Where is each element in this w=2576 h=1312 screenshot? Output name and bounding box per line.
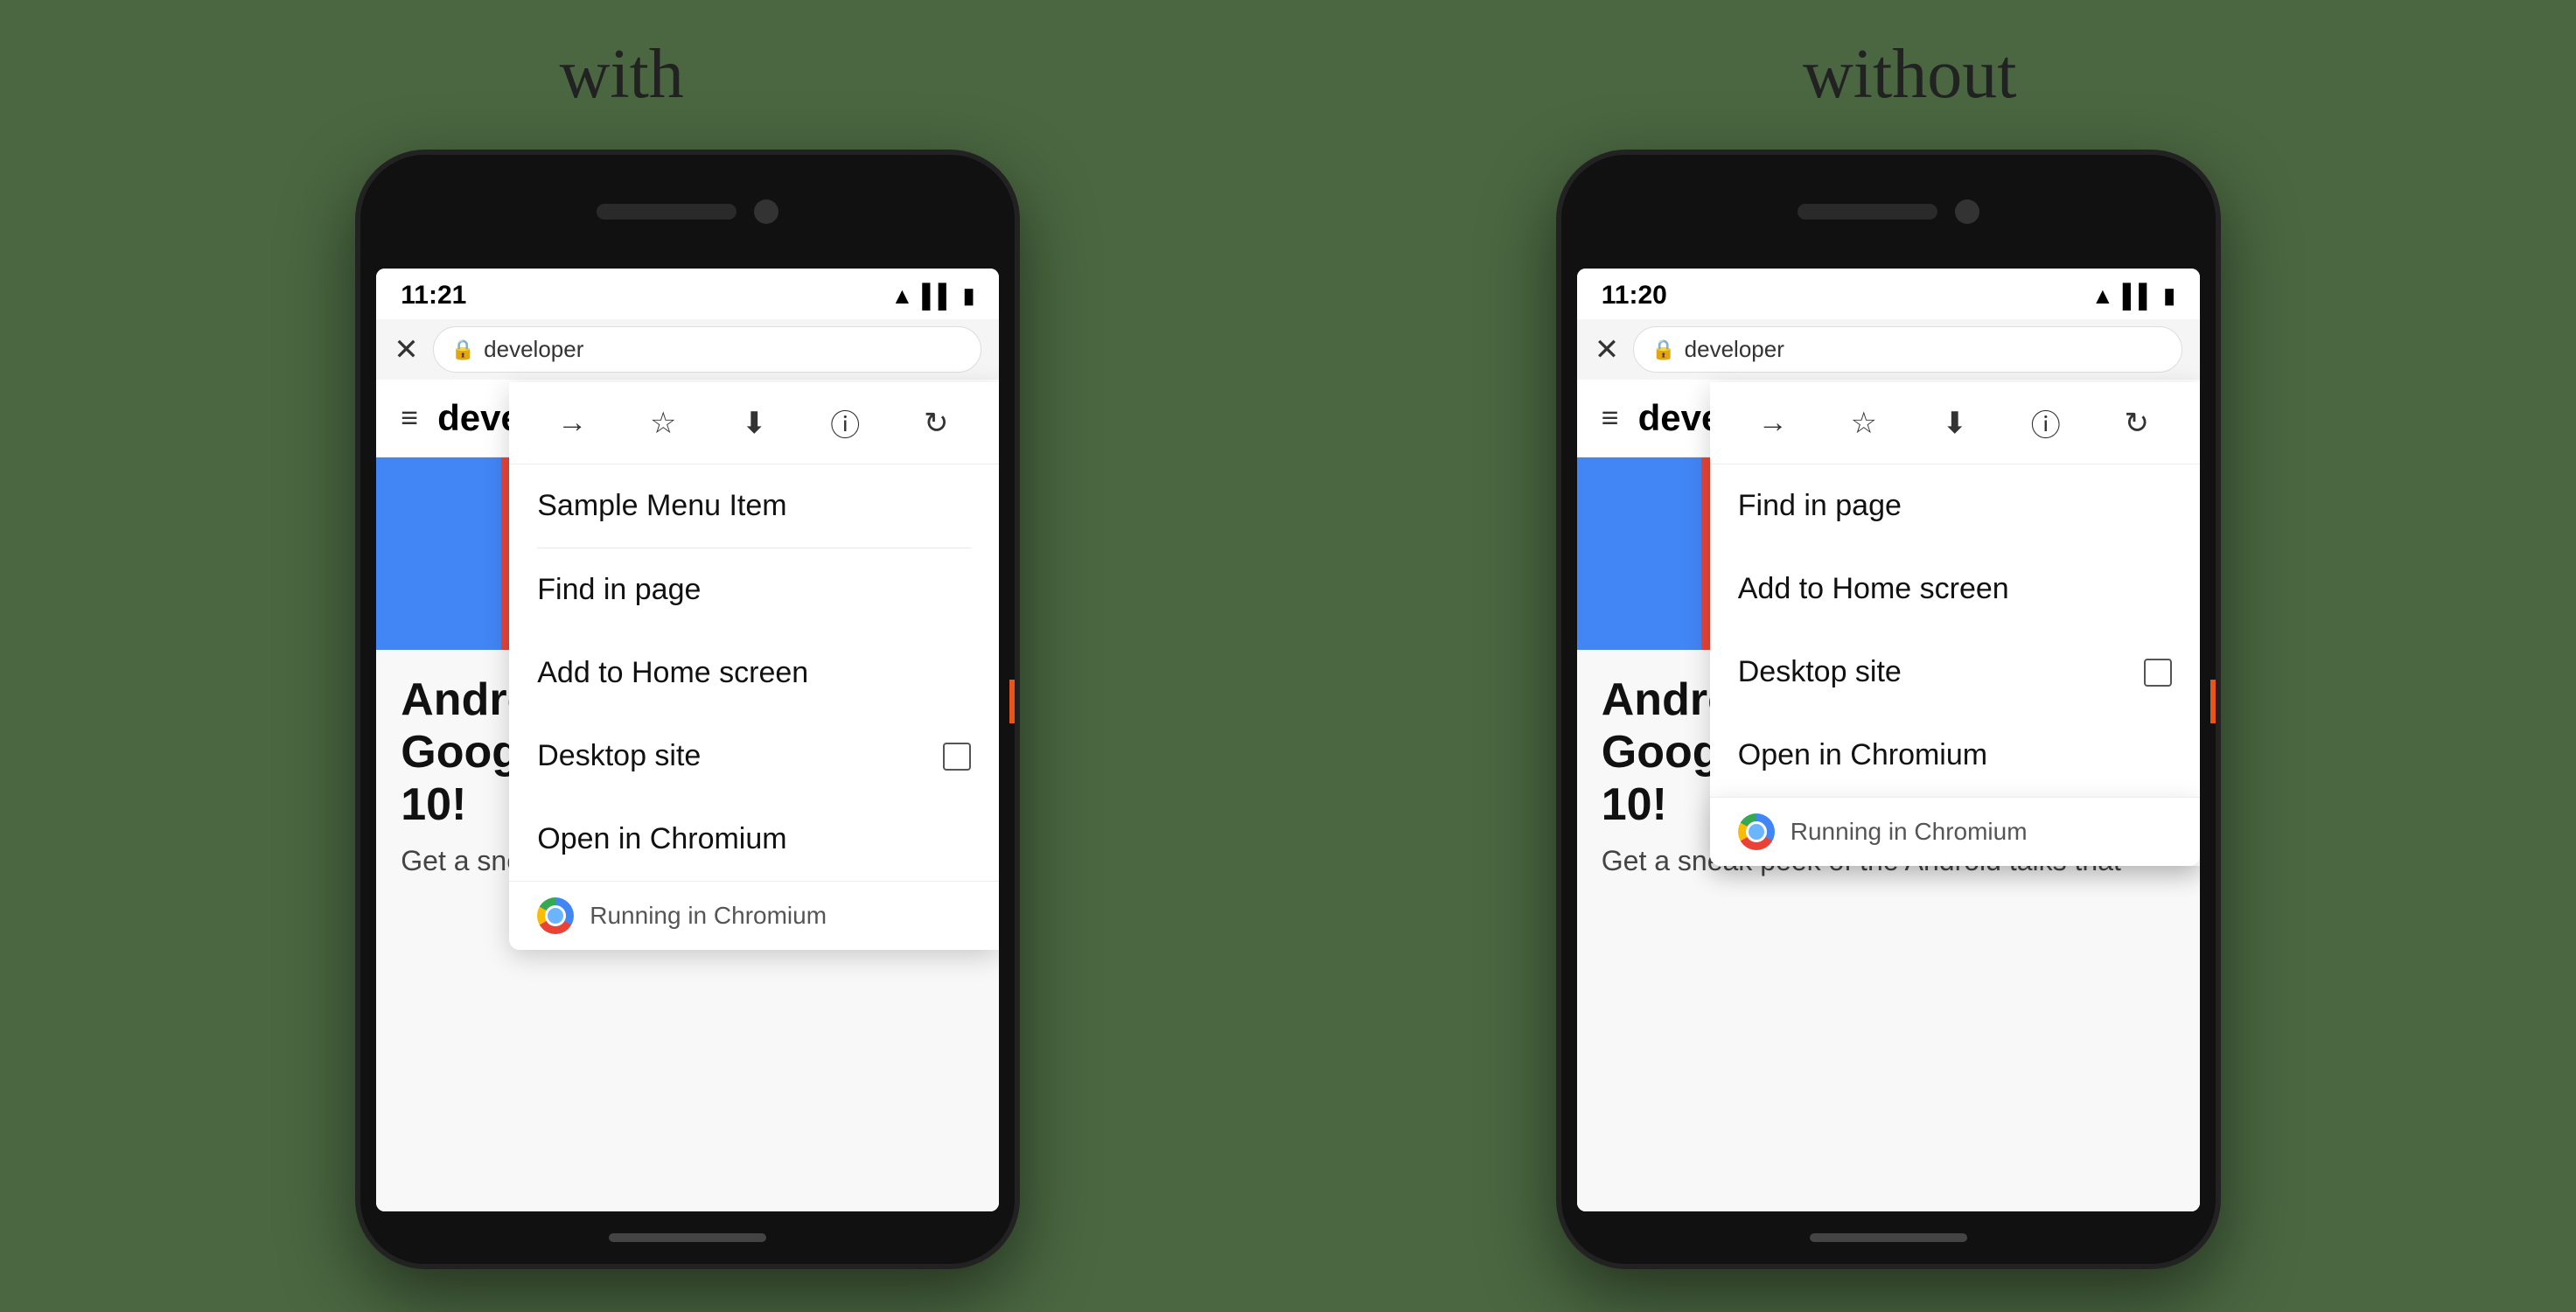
desktop-site-item[interactable]: Desktop site xyxy=(509,715,999,798)
find-in-page-item[interactable]: Find in page xyxy=(509,548,999,632)
volume-up-button-right[interactable] xyxy=(1556,373,1561,443)
home-indicator-right xyxy=(1810,1233,1967,1242)
dropdown-menu-right: → ☆ ⬇ ⓘ ↻ Find in page Add to Home scree… xyxy=(1710,382,2200,866)
star-icon[interactable]: ☆ xyxy=(637,406,689,441)
info-icon[interactable]: ⓘ xyxy=(819,401,871,444)
add-to-home-item[interactable]: Add to Home screen xyxy=(509,632,999,715)
url-text: developer xyxy=(484,336,583,363)
running-in-chromium-text: Running in Chromium xyxy=(590,902,827,930)
phone-screen: 11:21 ▲ ▌▌ ▮ ✕ 🔒 developer xyxy=(376,269,999,1211)
power-button[interactable] xyxy=(1015,487,1020,592)
forward-icon[interactable]: → xyxy=(546,406,598,440)
blue-strip xyxy=(376,457,500,650)
volume-down-button-right[interactable] xyxy=(1556,470,1561,540)
desktop-site-item-right[interactable]: Desktop site xyxy=(1710,631,2200,714)
wifi-icon-right: ▲ xyxy=(2091,283,2114,310)
camera xyxy=(754,199,778,224)
close-tab-icon[interactable]: ✕ xyxy=(394,332,419,367)
volume-up-button[interactable] xyxy=(355,373,360,443)
with-label: with xyxy=(560,35,684,115)
url-bar[interactable]: 🔒 developer xyxy=(433,326,982,373)
accent-strip xyxy=(1009,680,1020,723)
blue-strip-right xyxy=(1577,457,1701,650)
speaker-right xyxy=(1798,204,1937,220)
phone-bottom-bar xyxy=(360,1211,1015,1264)
close-tab-icon-right[interactable]: ✕ xyxy=(1595,332,1620,367)
download-icon-right[interactable]: ⬇ xyxy=(1929,406,1981,441)
status-bar: 11:21 ▲ ▌▌ ▮ xyxy=(376,269,999,319)
browser-tab-bar: ✕ 🔒 developer xyxy=(376,319,999,380)
info-icon-right[interactable]: ⓘ xyxy=(2020,401,2072,444)
hamburger-icon-right[interactable]: ≡ xyxy=(1602,401,1619,436)
url-bar-right[interactable]: 🔒 developer xyxy=(1633,326,2182,373)
dropdown-toolbar-right: → ☆ ⬇ ⓘ ↻ xyxy=(1710,382,2200,464)
signal-icon: ▌▌ xyxy=(922,283,954,310)
refresh-icon-right[interactable]: ↻ xyxy=(2111,406,2163,441)
battery-icon-right: ▮ xyxy=(2164,283,2175,309)
wifi-icon: ▲ xyxy=(890,283,913,310)
right-phone: 11:20 ▲ ▌▌ ▮ ✕ 🔒 developer xyxy=(1556,150,2221,1269)
time-display: 11:21 xyxy=(401,281,466,311)
dropdown-toolbar: → ☆ ⬇ ⓘ ↻ xyxy=(509,382,999,464)
url-text-right: developer xyxy=(1685,336,1784,363)
browser-tab-bar-right: ✕ 🔒 developer xyxy=(1577,319,2200,380)
power-button-right[interactable] xyxy=(2216,487,2221,592)
speaker xyxy=(597,204,736,220)
phone-top-bar xyxy=(360,155,1015,269)
phone-screen-right: 11:20 ▲ ▌▌ ▮ ✕ 🔒 developer xyxy=(1577,269,2200,1211)
running-in-chromium-text-right: Running in Chromium xyxy=(1791,818,2028,846)
lock-icon: 🔒 xyxy=(451,338,475,361)
desktop-site-checkbox-right[interactable] xyxy=(2144,659,2172,687)
hamburger-icon[interactable]: ≡ xyxy=(401,401,418,436)
chromium-badge-icon-right xyxy=(1738,813,1775,850)
dropdown-footer-left: Running in Chromium xyxy=(509,881,999,950)
open-in-chromium-item-right[interactable]: Open in Chromium xyxy=(1710,714,2200,797)
signal-icon-right: ▌▌ xyxy=(2123,283,2155,310)
lock-icon-right: 🔒 xyxy=(1651,338,1675,361)
dropdown-footer-right: Running in Chromium xyxy=(1710,797,2200,866)
status-icons-right: ▲ ▌▌ ▮ xyxy=(2091,283,2175,310)
add-to-home-item-right[interactable]: Add to Home screen xyxy=(1710,548,2200,631)
download-icon[interactable]: ⬇ xyxy=(728,406,780,441)
camera-right xyxy=(1955,199,1979,224)
accent-strip-right xyxy=(2210,680,2221,723)
status-icons: ▲ ▌▌ ▮ xyxy=(890,283,974,310)
without-label: without xyxy=(1803,35,2016,115)
battery-icon: ▮ xyxy=(963,283,974,309)
time-display-right: 11:20 xyxy=(1602,281,1667,311)
open-in-chromium-item[interactable]: Open in Chromium xyxy=(509,798,999,881)
desktop-site-checkbox[interactable] xyxy=(943,743,971,771)
status-bar-right: 11:20 ▲ ▌▌ ▮ xyxy=(1577,269,2200,319)
left-phone: 11:21 ▲ ▌▌ ▮ ✕ 🔒 developer xyxy=(355,150,1020,1269)
volume-down-button[interactable] xyxy=(355,470,360,540)
phone-bottom-bar-right xyxy=(1561,1211,2216,1264)
dropdown-menu-left: → ☆ ⬇ ⓘ ↻ Sample Menu Item Find in page xyxy=(509,382,999,950)
star-icon-right[interactable]: ☆ xyxy=(1838,406,1890,441)
forward-icon-right[interactable]: → xyxy=(1747,406,1799,440)
find-in-page-item-right[interactable]: Find in page xyxy=(1710,464,2200,548)
phone-top-bar-right xyxy=(1561,155,2216,269)
chromium-badge-icon xyxy=(537,897,574,934)
sample-menu-item[interactable]: Sample Menu Item xyxy=(509,464,999,548)
refresh-icon[interactable]: ↻ xyxy=(910,406,962,441)
home-indicator xyxy=(609,1233,766,1242)
